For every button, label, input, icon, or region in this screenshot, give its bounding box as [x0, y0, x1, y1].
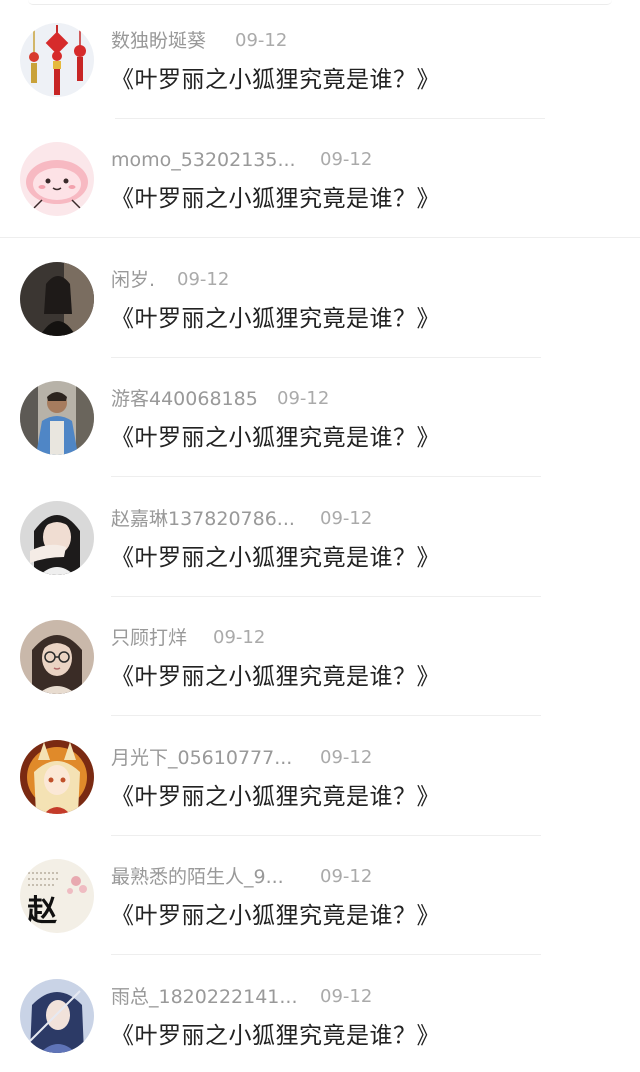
- avatar[interactable]: [20, 620, 94, 694]
- comment-item[interactable]: 赵嘉琳137820786... 09-12 《叶罗丽之小狐狸究竟是谁？》: [0, 478, 640, 597]
- comment-meta: 数独盼埏葵 09-12: [111, 27, 287, 55]
- comment-item[interactable]: 只顾打烊 09-12 《叶罗丽之小狐狸究竟是谁？》: [0, 597, 640, 716]
- comment-text[interactable]: 《叶罗丽之小狐狸究竟是谁？》: [111, 1019, 440, 1053]
- divider: [111, 715, 541, 716]
- comment-meta: 月光下_05610777... 09-12: [111, 744, 372, 772]
- comment-text[interactable]: 《叶罗丽之小狐狸究竟是谁？》: [111, 182, 440, 216]
- girl-hiding-face-icon: [20, 501, 94, 575]
- comment-item[interactable]: 闲岁. 09-12 《叶罗丽之小狐狸究竟是谁？》: [0, 239, 640, 358]
- comment-meta: 赵嘉琳137820786... 09-12: [111, 505, 372, 533]
- comment-date: 09-12: [213, 627, 266, 648]
- comment-item[interactable]: 数独盼埏葵 09-12 《叶罗丽之小狐狸究竟是谁？》: [0, 0, 640, 119]
- comment-meta: momo_53202135... 09-12: [111, 146, 372, 174]
- comment-text[interactable]: 《叶罗丽之小狐狸究竟是谁？》: [111, 899, 440, 933]
- divider: [0, 237, 640, 238]
- pink-cartoon-face-icon: [20, 142, 94, 216]
- username[interactable]: 雨总_1820222141...: [111, 983, 298, 1011]
- comment-text[interactable]: 《叶罗丽之小狐狸究竟是谁？》: [111, 780, 440, 814]
- avatar[interactable]: [20, 23, 94, 97]
- avatar[interactable]: [20, 142, 94, 216]
- comment-text[interactable]: 《叶罗丽之小狐狸究竟是谁？》: [111, 63, 440, 97]
- avatar[interactable]: [20, 740, 94, 814]
- anime-fox-girl-icon: [20, 740, 94, 814]
- comment-meta: 最熟悉的陌生人_9... 09-12: [111, 863, 372, 891]
- username[interactable]: 赵嘉琳137820786...: [111, 505, 295, 533]
- username[interactable]: 只顾打烊: [111, 624, 187, 652]
- street-person-icon: [20, 381, 94, 455]
- comment-date: 09-12: [235, 30, 288, 51]
- comment-date: 09-12: [320, 747, 373, 768]
- comment-item[interactable]: 游客440068185 09-12 《叶罗丽之小狐狸究竟是谁？》: [0, 358, 640, 477]
- calligraphy-zhao-icon: 赵: [20, 859, 94, 933]
- username[interactable]: 最熟悉的陌生人_9...: [111, 863, 284, 891]
- comment-date: 09-12: [320, 866, 373, 887]
- comment-text[interactable]: 《叶罗丽之小狐狸究竟是谁？》: [111, 660, 440, 694]
- divider: [111, 476, 541, 477]
- comment-date: 09-12: [320, 986, 373, 1007]
- username[interactable]: 数独盼埏葵: [111, 27, 206, 55]
- avatar[interactable]: [20, 501, 94, 575]
- avatar[interactable]: [20, 979, 94, 1053]
- comment-text[interactable]: 《叶罗丽之小狐狸究竟是谁？》: [111, 302, 440, 336]
- girl-with-glasses-icon: [20, 620, 94, 694]
- chinese-knot-icon: [20, 23, 94, 97]
- comment-item[interactable]: 月光下_05610777... 09-12 《叶罗丽之小狐狸究竟是谁？》: [0, 717, 640, 836]
- dark-portrait-icon: [20, 262, 94, 336]
- username[interactable]: 月光下_05610777...: [111, 744, 292, 772]
- comment-date: 09-12: [277, 388, 330, 409]
- comment-meta: 只顾打烊 09-12: [111, 624, 265, 652]
- divider: [111, 954, 541, 955]
- avatar-glyph: 赵: [27, 894, 58, 929]
- comment-date: 09-12: [320, 508, 373, 529]
- avatar[interactable]: 赵: [20, 859, 94, 933]
- comment-meta: 游客440068185 09-12: [111, 385, 329, 413]
- comment-text[interactable]: 《叶罗丽之小狐狸究竟是谁？》: [111, 541, 440, 575]
- anime-swordsman-icon: [20, 979, 94, 1053]
- username[interactable]: 闲岁.: [111, 266, 155, 294]
- comment-item[interactable]: momo_53202135... 09-12 《叶罗丽之小狐狸究竟是谁？》: [0, 119, 640, 238]
- comment-meta: 雨总_1820222141... 09-12: [111, 983, 372, 1011]
- comment-date: 09-12: [320, 149, 373, 170]
- username[interactable]: 游客440068185: [111, 385, 258, 413]
- comment-meta: 闲岁. 09-12: [111, 266, 229, 294]
- comment-text[interactable]: 《叶罗丽之小狐狸究竟是谁？》: [111, 421, 440, 455]
- username[interactable]: momo_53202135...: [111, 146, 296, 174]
- comment-date: 09-12: [177, 269, 230, 290]
- avatar[interactable]: [20, 381, 94, 455]
- comment-item[interactable]: 赵 最熟悉的陌生人_9... 09-12 《叶罗丽之小狐狸究竟是谁？》: [0, 836, 640, 955]
- comment-item[interactable]: 雨总_1820222141... 09-12 《叶罗丽之小狐狸究竟是谁？》: [0, 956, 640, 1072]
- avatar[interactable]: [20, 262, 94, 336]
- comment-feed: 数独盼埏葵 09-12 《叶罗丽之小狐狸究竟是谁？》 momo_53202135…: [0, 0, 640, 1072]
